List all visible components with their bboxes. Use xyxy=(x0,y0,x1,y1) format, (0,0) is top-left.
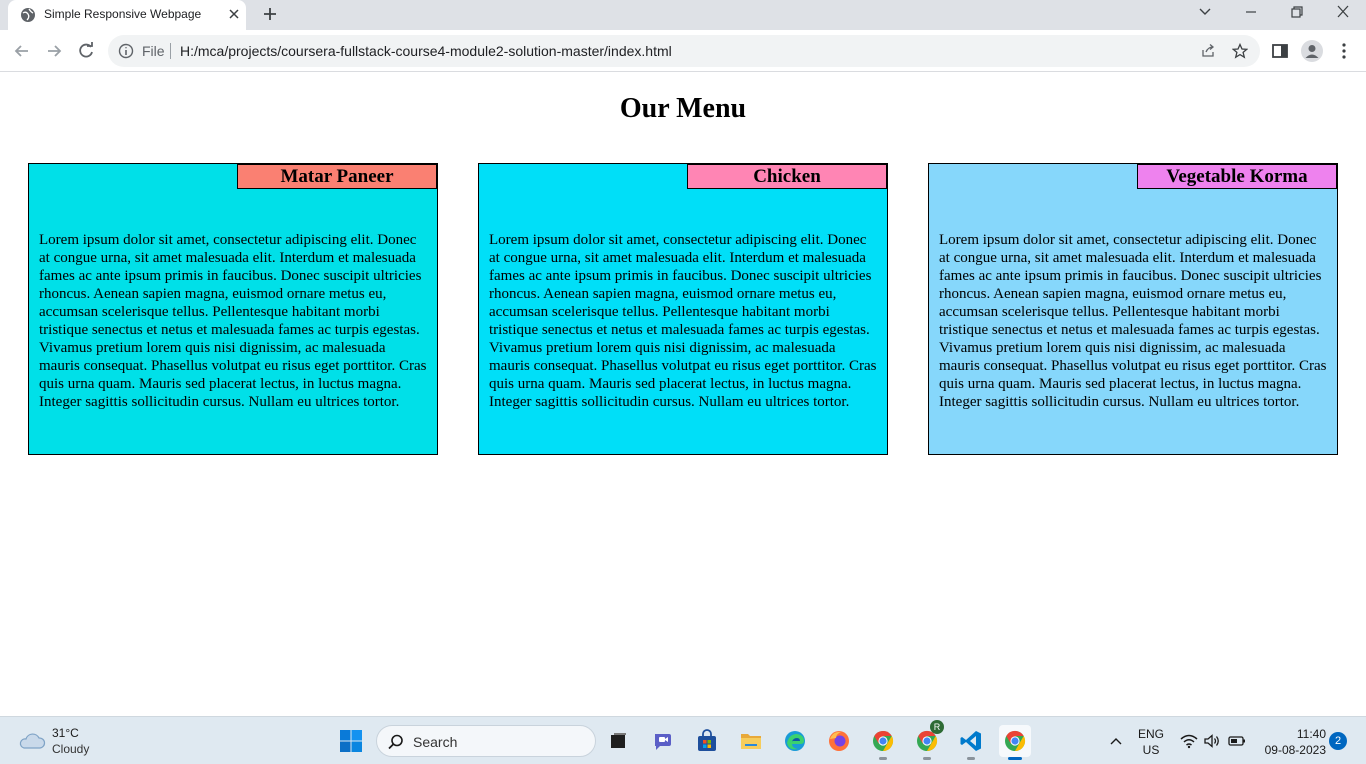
running-indicator xyxy=(923,757,931,760)
back-arrow-icon[interactable] xyxy=(12,41,32,61)
battery-icon[interactable] xyxy=(1228,733,1246,749)
close-tab-icon[interactable] xyxy=(226,6,242,22)
taskbar: 31°C Cloudy Search R ENG US 11:40 09-08-… xyxy=(0,716,1366,764)
tab-strip: Simple Responsive Webpage xyxy=(0,0,1366,30)
clock-date: 09-08-2023 xyxy=(1264,743,1326,757)
store-app-button[interactable] xyxy=(691,725,723,757)
firefox-icon xyxy=(829,731,849,751)
forward-arrow-icon[interactable] xyxy=(44,41,64,61)
folder-icon xyxy=(741,734,761,749)
clock-time: 11:40 xyxy=(1296,727,1326,741)
store-bag-icon xyxy=(698,729,716,751)
vscode-button[interactable] xyxy=(955,725,987,760)
search-placeholder: Search xyxy=(413,734,458,750)
divider xyxy=(170,43,171,59)
chrome-icon xyxy=(873,730,894,752)
card-text: Lorem ipsum dolor sit amet, consectetur … xyxy=(939,232,1327,410)
browser-toolbar: File H:/mca/projects/coursera-fullstack-… xyxy=(0,30,1366,72)
file-explorer-button[interactable] xyxy=(735,725,767,757)
show-hidden-icons-chevron-icon[interactable] xyxy=(1108,733,1124,749)
edge-icon xyxy=(785,731,805,751)
menu-card-chicken: Chicken Lorem ipsum dolor sit amet, cons… xyxy=(478,163,888,455)
notification-badge[interactable]: 2 xyxy=(1329,732,1347,750)
speaker-volume-icon[interactable] xyxy=(1203,733,1221,749)
card-label: Matar Paneer xyxy=(237,164,437,189)
weather-temp[interactable]: 31°C xyxy=(52,726,79,740)
page-title: Our Menu xyxy=(619,93,747,124)
star-bookmark-icon[interactable] xyxy=(1232,43,1248,59)
card-text: Lorem ipsum dolor sit amet, consectetur … xyxy=(39,232,427,410)
chrome-icon xyxy=(1005,730,1026,752)
system-clock[interactable]: 11:40 09-08-2023 xyxy=(1256,726,1326,758)
chat-app-button[interactable] xyxy=(647,725,679,757)
vscode-icon xyxy=(960,731,981,751)
windows-start-icon[interactable] xyxy=(339,729,363,753)
menu-card-matar-paneer: Matar Paneer Lorem ipsum dolor sit amet,… xyxy=(28,163,438,455)
wifi-icon[interactable] xyxy=(1180,733,1198,749)
address-bar[interactable]: File H:/mca/projects/coursera-fullstack-… xyxy=(108,35,1260,67)
edge-browser-button[interactable] xyxy=(779,725,811,757)
video-chat-icon xyxy=(655,734,671,750)
task-view-icon xyxy=(611,733,626,748)
language-code: ENG xyxy=(1137,727,1164,741)
restore-icon[interactable] xyxy=(1287,4,1307,20)
profile-avatar-icon[interactable] xyxy=(1301,40,1323,62)
minimize-icon[interactable] xyxy=(1241,4,1261,20)
share-icon[interactable] xyxy=(1200,43,1216,59)
browser-tab[interactable]: Simple Responsive Webpage xyxy=(8,0,246,30)
taskbar-search[interactable]: Search xyxy=(376,725,596,757)
tab-title: Simple Responsive Webpage xyxy=(44,7,202,21)
web-page: Our Menu Matar Paneer Lorem ipsum dolor … xyxy=(0,73,1366,716)
language-indicator[interactable]: ENG US xyxy=(1136,726,1166,758)
info-icon[interactable] xyxy=(118,43,134,59)
scheme-label: File xyxy=(142,43,165,59)
new-tab-icon[interactable] xyxy=(262,6,278,22)
reload-icon[interactable] xyxy=(76,41,96,61)
side-panel-icon[interactable] xyxy=(1270,41,1290,61)
kebab-menu-icon[interactable] xyxy=(1334,41,1354,61)
card-label: Vegetable Korma xyxy=(1137,164,1337,189)
weather-condition[interactable]: Cloudy xyxy=(52,742,89,756)
close-window-icon[interactable] xyxy=(1333,4,1353,20)
cloud-icon[interactable] xyxy=(18,731,46,751)
chrome-browser-button[interactable] xyxy=(867,725,899,760)
card-label: Chicken xyxy=(687,164,887,189)
search-icon xyxy=(388,734,403,750)
task-view-button[interactable] xyxy=(602,725,634,757)
running-indicator xyxy=(967,757,975,760)
profile-badge: R xyxy=(930,720,944,734)
menu-card-vegetable-korma: Vegetable Korma Lorem ipsum dolor sit am… xyxy=(928,163,1338,455)
tab-search-chevron-icon[interactable] xyxy=(1195,4,1215,20)
card-text: Lorem ipsum dolor sit amet, consectetur … xyxy=(489,232,877,410)
globe-icon xyxy=(21,8,35,22)
firefox-browser-button[interactable] xyxy=(823,725,855,757)
url-text[interactable]: H:/mca/projects/coursera-fullstack-cours… xyxy=(180,43,672,59)
running-indicator xyxy=(1008,757,1022,760)
chrome-profile-button[interactable]: R xyxy=(911,720,944,760)
chrome-active-button[interactable] xyxy=(999,725,1031,760)
running-indicator xyxy=(879,757,887,760)
keyboard-layout: US xyxy=(1142,743,1160,757)
